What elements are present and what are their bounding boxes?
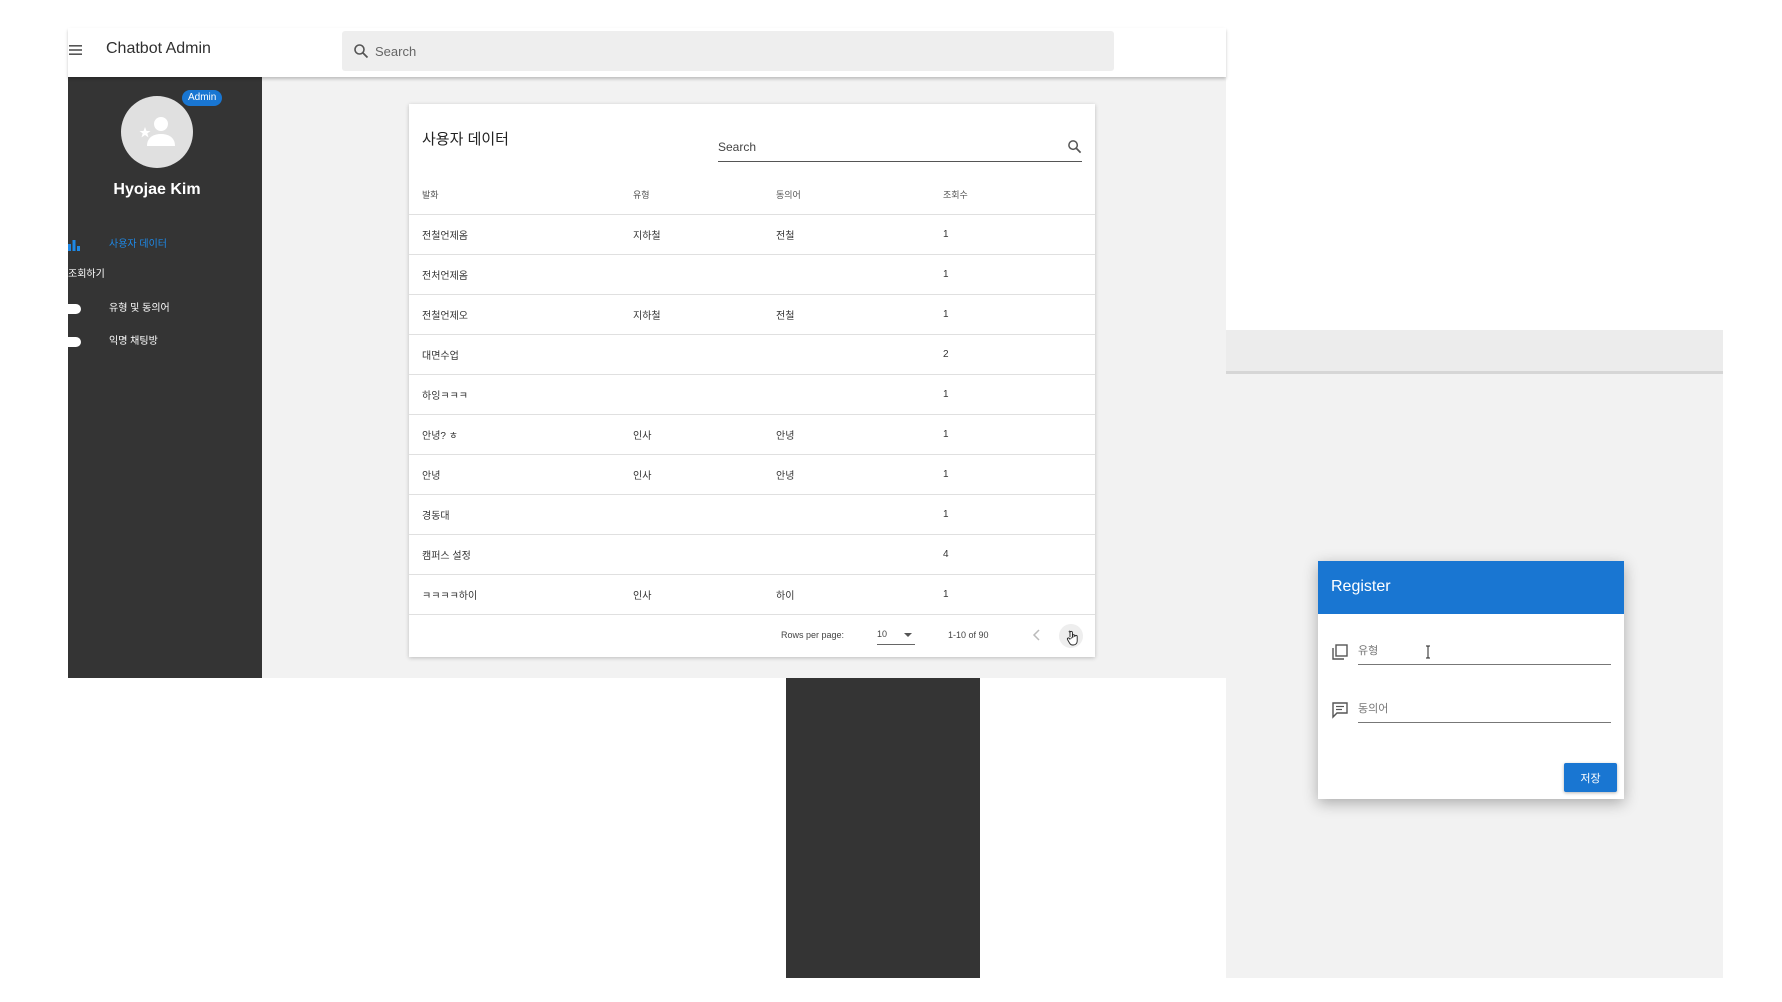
table-row[interactable]: ㅋㅋㅋㅋ하이 인사 하이 1 (409, 575, 1095, 615)
sidebar: Admin Hyojae Kim 사용자 데이터 조회하기 유형 및 동의어 익… (68, 77, 262, 678)
table-row[interactable]: 대면수업 2 (409, 335, 1095, 375)
utterance-cell: ㅋㅋㅋㅋ하이 (422, 591, 478, 602)
admin-badge: Admin (182, 90, 223, 106)
utterance-cell: 대면수업 (422, 351, 459, 362)
sidebar-item-label: 사용자 데이터 (109, 239, 167, 250)
sidebar-item-anonymous-chat[interactable]: 익명 채팅방 (68, 332, 262, 352)
comment-icon (1331, 701, 1349, 719)
toggle-icon (68, 337, 81, 347)
app-title: Chatbot Admin (106, 40, 211, 57)
type-cell: 지하철 (633, 231, 661, 242)
sidebar-overflow-panel (786, 678, 980, 978)
views-cell: 1 (943, 309, 949, 320)
pagination-range: 1-10 of 90 (948, 630, 989, 640)
user-name: Hyojae Kim (113, 181, 201, 198)
toggle-icon (68, 304, 81, 314)
table-header: 발화 유형 동의어 조회수 (409, 174, 1095, 215)
rows-per-page-select[interactable]: 10 (877, 625, 915, 645)
synonym-cell: 전철 (776, 231, 795, 242)
synonym-input[interactable] (1358, 695, 1611, 723)
utterance-cell: 하잉ㅋㅋㅋ (422, 391, 468, 402)
table-row[interactable]: 전철언제옴 지하철 전철 1 (409, 215, 1095, 255)
utterance-cell: 경동대 (422, 511, 450, 522)
dialog-title: Register (1331, 578, 1391, 595)
sidebar-item-label: 조회하기 (68, 269, 105, 280)
type-field[interactable] (1331, 637, 1611, 667)
caret-down-icon (904, 633, 912, 637)
bar-chart-icon (68, 239, 82, 251)
synonym-field[interactable] (1331, 695, 1611, 725)
table-row[interactable]: 안녕? ㅎ 인사 안녕 1 (409, 415, 1095, 455)
search-icon[interactable] (1067, 139, 1082, 154)
user-data-card: 사용자 데이터 발화 유형 동의어 조회수 전철언제옴 지하철 전철 1 전처언… (409, 104, 1095, 657)
sidebar-item-types-synonyms[interactable]: 유형 및 동의어 (68, 299, 262, 319)
chevron-left-icon (1032, 629, 1040, 641)
column-header[interactable]: 발화 (422, 174, 439, 214)
views-cell: 1 (943, 589, 949, 600)
type-cell: 인사 (633, 591, 652, 602)
column-header[interactable]: 동의어 (776, 174, 801, 214)
utterance-cell: 안녕? ㅎ (422, 431, 458, 442)
utterance-cell: 안녕 (422, 471, 441, 482)
app-bar: Chatbot Admin (68, 28, 1226, 77)
hand-pointer-icon (1066, 630, 1080, 646)
views-cell: 2 (943, 349, 949, 360)
column-header[interactable]: 조회수 (943, 174, 968, 214)
sidebar-item-user-data[interactable]: 사용자 데이터 (68, 235, 262, 255)
rows-per-page-label: Rows per page: (781, 630, 845, 640)
views-cell: 1 (943, 469, 949, 480)
sidebar-item-label: 유형 및 동의어 (109, 303, 170, 314)
table-row[interactable]: 전처언제옴 1 (409, 255, 1095, 295)
register-dialog: Register 저장 (1318, 561, 1624, 799)
table-search[interactable] (718, 132, 1082, 162)
avatar (121, 96, 193, 168)
utterance-cell: 전철언제옴 (422, 231, 468, 242)
views-cell: 1 (943, 429, 949, 440)
type-cell: 인사 (633, 431, 652, 442)
table-row[interactable]: 캠퍼스 설정 4 (409, 535, 1095, 575)
rows-per-page-value: 10 (877, 629, 888, 639)
global-search-input[interactable] (375, 41, 1075, 61)
sidebar-item-label: 익명 채팅방 (109, 336, 158, 347)
type-cell: 인사 (633, 471, 652, 482)
person-star-icon (139, 117, 175, 146)
views-cell: 1 (943, 389, 949, 400)
card-title: 사용자 데이터 (422, 131, 509, 148)
text-cursor-icon (1425, 645, 1431, 659)
save-button[interactable]: 저장 (1564, 763, 1617, 792)
dialog-header: Register (1318, 561, 1624, 614)
table-pagination: Rows per page: 10 1-10 of 90 (409, 615, 1095, 657)
background-app-bar (1226, 330, 1723, 374)
table-body: 전철언제옴 지하철 전철 1 전처언제옴 1 전철언제오 지하철 전철 1 대면… (409, 215, 1095, 615)
sidebar-item-lookup[interactable]: 조회하기 (68, 265, 262, 285)
copy-icon (1331, 643, 1349, 661)
table-search-input[interactable] (718, 138, 1038, 156)
table-row[interactable]: 안녕 인사 안녕 1 (409, 455, 1095, 495)
views-cell: 1 (943, 229, 949, 240)
utterance-cell: 전처언제옴 (422, 271, 468, 282)
menu-icon[interactable] (68, 42, 84, 62)
views-cell: 4 (943, 549, 949, 560)
utterance-cell: 전철언제오 (422, 311, 468, 322)
global-search[interactable] (342, 31, 1114, 71)
search-icon (353, 43, 369, 59)
views-cell: 1 (943, 509, 949, 520)
synonym-cell: 전철 (776, 311, 795, 322)
previous-page-button[interactable] (1028, 626, 1046, 644)
synonym-cell: 안녕 (776, 471, 795, 482)
table-row[interactable]: 전철언제오 지하철 전철 1 (409, 295, 1095, 335)
table-row[interactable]: 하잉ㅋㅋㅋ 1 (409, 375, 1095, 415)
column-header[interactable]: 유형 (633, 174, 650, 214)
synonym-cell: 하이 (776, 591, 795, 602)
type-cell: 지하철 (633, 311, 661, 322)
table-row[interactable]: 경동대 1 (409, 495, 1095, 535)
synonym-cell: 안녕 (776, 431, 795, 442)
utterance-cell: 캠퍼스 설정 (422, 551, 471, 562)
type-input[interactable] (1358, 637, 1611, 665)
views-cell: 1 (943, 269, 949, 280)
